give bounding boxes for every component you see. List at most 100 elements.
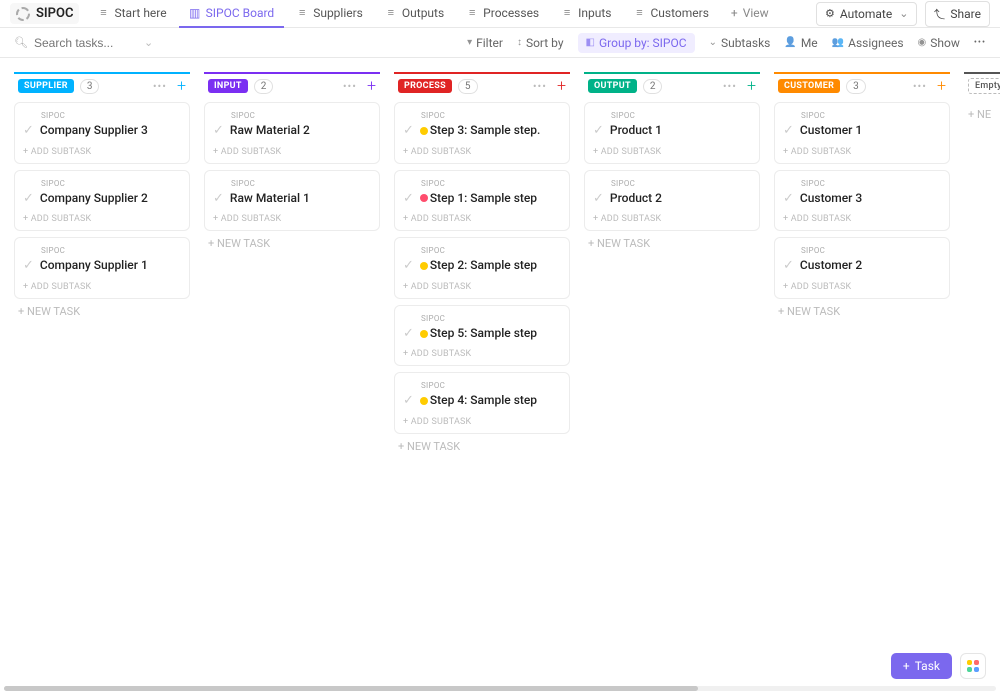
subtasks-button[interactable]: ⌄ Subtasks	[709, 36, 771, 50]
show-button[interactable]: ◉ Show	[918, 36, 960, 50]
check-icon[interactable]: ✓	[23, 258, 34, 274]
column-label-supplier[interactable]: SUPPLIER	[18, 79, 74, 93]
column-label-process[interactable]: PROCESS	[398, 79, 452, 93]
task-card[interactable]: SIPOC✓Product 2+ ADD SUBTASK	[584, 170, 760, 232]
check-icon[interactable]: ✓	[593, 191, 604, 207]
search-input[interactable]	[34, 36, 134, 50]
column-more-output[interactable]: •••	[723, 80, 737, 93]
check-icon[interactable]: ✓	[403, 326, 414, 342]
column-add-supplier[interactable]: +	[173, 78, 190, 94]
check-icon[interactable]: ✓	[23, 191, 34, 207]
check-icon[interactable]: ✓	[403, 393, 414, 409]
add-subtask-button[interactable]: + ADD SUBTASK	[403, 147, 561, 157]
task-card[interactable]: SIPOC✓Raw Material 2+ ADD SUBTASK	[204, 102, 380, 164]
apps-button[interactable]	[960, 653, 986, 679]
task-card[interactable]: SIPOC✓Company Supplier 1+ ADD SUBTASK	[14, 237, 190, 299]
group-by-button[interactable]: ◧ Group by: SIPOC	[578, 33, 695, 53]
automate-button[interactable]: ⚙ Automate	[816, 2, 917, 26]
check-icon[interactable]: ✓	[403, 123, 414, 139]
column-more-process[interactable]: •••	[533, 80, 547, 93]
add-subtask-button[interactable]: + ADD SUBTASK	[403, 282, 561, 292]
task-card[interactable]: SIPOC✓Step 1: Sample step+ ADD SUBTASK	[394, 170, 570, 232]
check-icon[interactable]: ✓	[783, 258, 794, 274]
column-more-customer[interactable]: •••	[913, 80, 927, 93]
workspace-badge[interactable]: SIPOC	[10, 3, 79, 24]
task-card[interactable]: SIPOC✓Raw Material 1+ ADD SUBTASK	[204, 170, 380, 232]
card-title-text: Customer 1	[800, 123, 862, 137]
task-card[interactable]: SIPOC✓Company Supplier 3+ ADD SUBTASK	[14, 102, 190, 164]
new-task-link[interactable]: + NEW TASK	[394, 434, 570, 459]
add-subtask-button[interactable]: + ADD SUBTASK	[593, 147, 751, 157]
column-add-customer[interactable]: +	[933, 78, 950, 94]
add-subtask-button[interactable]: + ADD SUBTASK	[23, 214, 181, 224]
filter-button[interactable]: ▾ Filter	[467, 36, 503, 50]
column-more-supplier[interactable]: •••	[153, 80, 167, 93]
assignees-button[interactable]: 👥 Assignees	[832, 36, 904, 50]
card-title-row: ✓Raw Material 1	[213, 191, 371, 207]
card-title: Company Supplier 2	[40, 191, 148, 207]
check-icon[interactable]: ✓	[213, 123, 224, 139]
tab-outputs[interactable]: Outputs	[375, 0, 454, 28]
add-subtask-button[interactable]: + ADD SUBTASK	[23, 282, 181, 292]
add-subtask-button[interactable]: + ADD SUBTASK	[783, 214, 941, 224]
check-icon[interactable]: ✓	[403, 191, 414, 207]
search-wrap[interactable]: 🔍︎ ⌄	[14, 36, 164, 50]
add-subtask-button[interactable]: + ADD SUBTASK	[403, 417, 561, 427]
column-label-customer[interactable]: CUSTOMER	[778, 79, 840, 93]
task-card[interactable]: SIPOC✓Product 1+ ADD SUBTASK	[584, 102, 760, 164]
column-add-output[interactable]: +	[743, 78, 760, 94]
task-card[interactable]: SIPOC✓Customer 1+ ADD SUBTASK	[774, 102, 950, 164]
add-subtask-button[interactable]: + ADD SUBTASK	[403, 214, 561, 224]
task-card[interactable]: SIPOC✓Customer 2+ ADD SUBTASK	[774, 237, 950, 299]
tab-add-view[interactable]: + View	[721, 0, 779, 28]
task-card[interactable]: SIPOC✓Step 2: Sample step+ ADD SUBTASK	[394, 237, 570, 299]
task-card[interactable]: SIPOC✓Step 4: Sample step+ ADD SUBTASK	[394, 372, 570, 434]
check-icon[interactable]: ✓	[783, 123, 794, 139]
new-task-link[interactable]: + NEW TASK	[14, 299, 190, 324]
add-subtask-button[interactable]: + ADD SUBTASK	[783, 147, 941, 157]
new-task-button[interactable]: + Task	[891, 653, 952, 679]
check-icon[interactable]: ✓	[783, 191, 794, 207]
add-subtask-button[interactable]: + ADD SUBTASK	[213, 214, 371, 224]
add-subtask-button[interactable]: + ADD SUBTASK	[213, 147, 371, 157]
tab-suppliers[interactable]: Suppliers	[286, 0, 373, 28]
tab-customers[interactable]: Customers	[624, 0, 719, 28]
add-subtask-button[interactable]: + ADD SUBTASK	[593, 214, 751, 224]
check-icon[interactable]: ✓	[593, 123, 604, 139]
task-card[interactable]: SIPOC✓Company Supplier 2+ ADD SUBTASK	[14, 170, 190, 232]
column-more-input[interactable]: •••	[343, 80, 357, 93]
tab-processes[interactable]: Processes	[456, 0, 549, 28]
new-task-link[interactable]: + NEW TASK	[204, 231, 380, 256]
new-task-link[interactable]: + NEW TASK	[584, 231, 760, 256]
add-subtask-button[interactable]: + ADD SUBTASK	[23, 147, 181, 157]
column-add-process[interactable]: +	[553, 78, 570, 94]
column-add-input[interactable]: +	[363, 78, 380, 94]
horizontal-scrollbar[interactable]	[4, 686, 996, 691]
new-task-link[interactable]: + NE	[964, 102, 1000, 127]
new-task-link[interactable]: + NEW TASK	[774, 299, 950, 324]
tab-inputs[interactable]: Inputs	[551, 0, 621, 28]
me-button[interactable]: 👤 Me	[784, 36, 817, 50]
cards-supplier: SIPOC✓Company Supplier 3+ ADD SUBTASK SIP…	[14, 102, 190, 299]
tab-sipoc-board[interactable]: SIPOC Board	[179, 0, 285, 28]
column-label-output[interactable]: OUTPUT	[588, 79, 637, 93]
task-card[interactable]: SIPOC✓Step 3: Sample step.+ ADD SUBTASK	[394, 102, 570, 164]
column-supplier: SUPPLIER3•••+SIPOC✓Company Supplier 3+ A…	[14, 72, 190, 685]
check-icon[interactable]: ✓	[403, 258, 414, 274]
column-label-empty[interactable]: Empty	[968, 78, 1000, 94]
more-button[interactable]	[974, 38, 986, 48]
column-header-process: PROCESS5•••+	[394, 72, 570, 102]
check-icon[interactable]: ✓	[23, 123, 34, 139]
check-icon[interactable]: ✓	[213, 191, 224, 207]
task-card[interactable]: SIPOC✓Customer 3+ ADD SUBTASK	[774, 170, 950, 232]
tab-start-here[interactable]: Start here	[87, 0, 176, 28]
card-list-tag: SIPOC	[421, 246, 561, 255]
eye-icon: ◉	[918, 37, 927, 48]
add-subtask-button[interactable]: + ADD SUBTASK	[403, 349, 561, 359]
scroll-thumb[interactable]	[4, 686, 698, 691]
column-label-input[interactable]: INPUT	[208, 79, 248, 93]
add-subtask-button[interactable]: + ADD SUBTASK	[783, 282, 941, 292]
share-button[interactable]: Share	[925, 1, 990, 27]
sort-button[interactable]: ↕ Sort by	[517, 36, 564, 50]
task-card[interactable]: SIPOC✓Step 5: Sample step+ ADD SUBTASK	[394, 305, 570, 367]
